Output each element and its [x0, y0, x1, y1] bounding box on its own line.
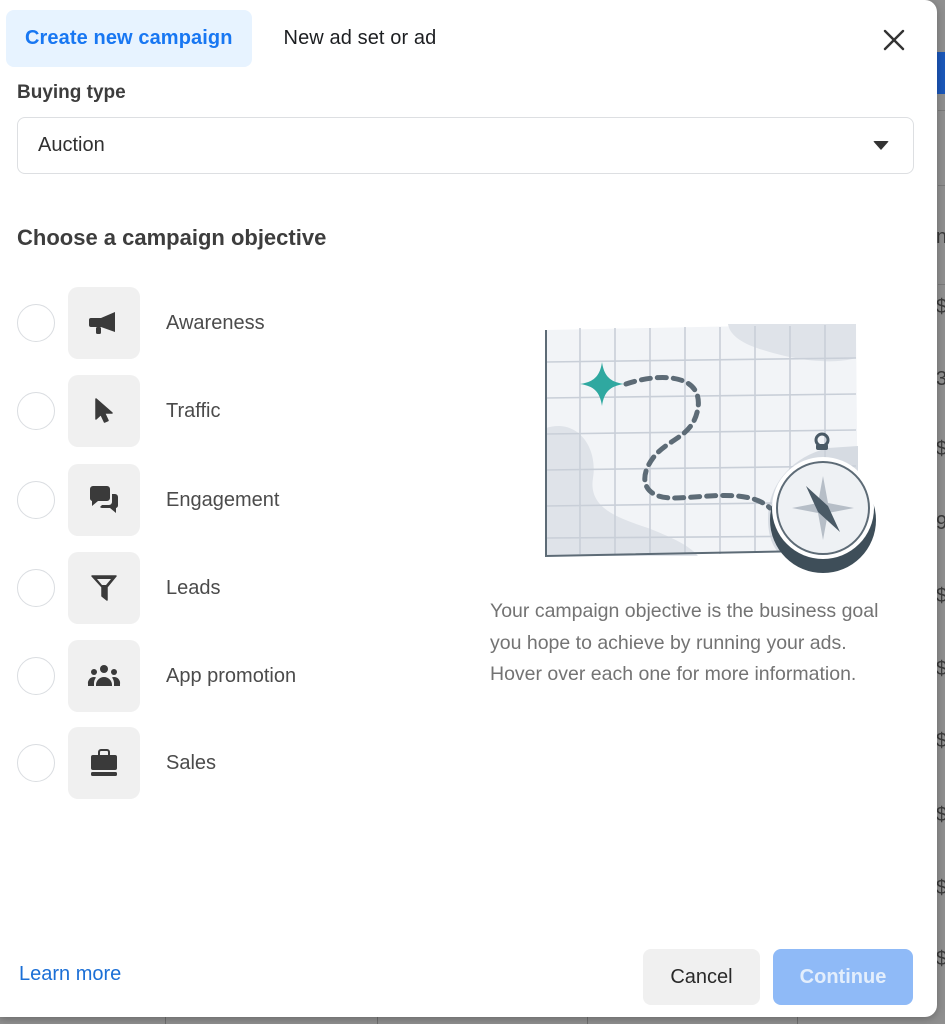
people-group-icon: [87, 665, 121, 686]
background-text: $: [936, 658, 945, 680]
background-divider: [587, 1016, 588, 1024]
continue-button[interactable]: Continue: [773, 949, 913, 1005]
background-text: n: [936, 226, 945, 248]
background-text: $: [936, 804, 945, 826]
objective-option-awareness[interactable]: Awareness: [17, 287, 357, 359]
background-divider: [938, 185, 945, 186]
close-button[interactable]: [876, 22, 912, 58]
objective-icon-tile: [68, 640, 140, 712]
background-text: $: [936, 296, 945, 318]
objective-icon-tile: [68, 727, 140, 799]
background-divider: [797, 1016, 798, 1024]
objective-label: App promotion: [166, 664, 297, 687]
buying-type-label: Buying type: [17, 82, 126, 103]
background-text: $: [936, 877, 945, 899]
objective-radio-traffic[interactable]: [17, 392, 55, 430]
background-divider: [938, 110, 945, 111]
caret-down-icon: [873, 141, 889, 150]
objective-label: Sales: [166, 751, 217, 774]
buying-type-select[interactable]: Auction: [17, 117, 914, 174]
map-compass-illustration: [545, 324, 876, 573]
objective-icon-tile: [68, 552, 140, 624]
background-text: $: [936, 585, 945, 607]
objective-description: Your campaign objective is the business …: [490, 600, 879, 685]
objective-radio-awareness[interactable]: [17, 304, 55, 342]
background-divider: [165, 1016, 166, 1024]
objective-radio-leads[interactable]: [17, 569, 55, 607]
objective-radio-engagement[interactable]: [17, 481, 55, 519]
learn-more-link[interactable]: Learn more: [19, 963, 121, 986]
objective-label: Engagement: [166, 488, 280, 511]
close-icon: [883, 29, 905, 51]
background-text: $: [936, 730, 945, 752]
objective-icon-tile: [68, 464, 140, 536]
funnel-icon: [91, 575, 117, 601]
objective-option-app-promotion[interactable]: App promotion: [17, 640, 357, 712]
objective-section-title: Choose a campaign objective: [17, 225, 327, 250]
background-text: 9: [936, 512, 945, 534]
objective-icon-tile: [68, 375, 140, 447]
background-divider: [377, 1016, 378, 1024]
objective-option-engagement[interactable]: Engagement: [17, 464, 357, 536]
cancel-button[interactable]: Cancel: [643, 949, 760, 1005]
chat-bubbles-icon: [89, 486, 119, 513]
objective-option-sales[interactable]: Sales: [17, 727, 357, 799]
megaphone-icon: [89, 312, 115, 334]
background-text: 3: [936, 368, 945, 390]
objective-label: Leads: [166, 576, 221, 599]
dialog-tabs: Create new campaign New ad set or ad: [6, 10, 455, 67]
background-text: $: [936, 948, 945, 970]
create-campaign-dialog: Create new campaign New ad set or ad Buy…: [0, 0, 937, 1017]
objective-option-leads[interactable]: Leads: [17, 552, 357, 624]
background-text: $: [936, 438, 945, 460]
objective-radio-app-promotion[interactable]: [17, 657, 55, 695]
buying-type-value: Auction: [38, 134, 105, 156]
objective-radio-sales[interactable]: [17, 744, 55, 782]
shopping-bag-icon: [91, 749, 117, 776]
tab-create-new-campaign[interactable]: Create new campaign: [6, 10, 252, 67]
objective-icon-tile: [68, 287, 140, 359]
objective-label: Awareness: [166, 311, 265, 334]
objective-option-traffic[interactable]: Traffic: [17, 375, 357, 447]
objective-label: Traffic: [166, 399, 221, 422]
background-divider: [938, 284, 945, 285]
cursor-icon: [95, 398, 113, 423]
tab-new-ad-set-or-ad[interactable]: New ad set or ad: [265, 10, 456, 67]
